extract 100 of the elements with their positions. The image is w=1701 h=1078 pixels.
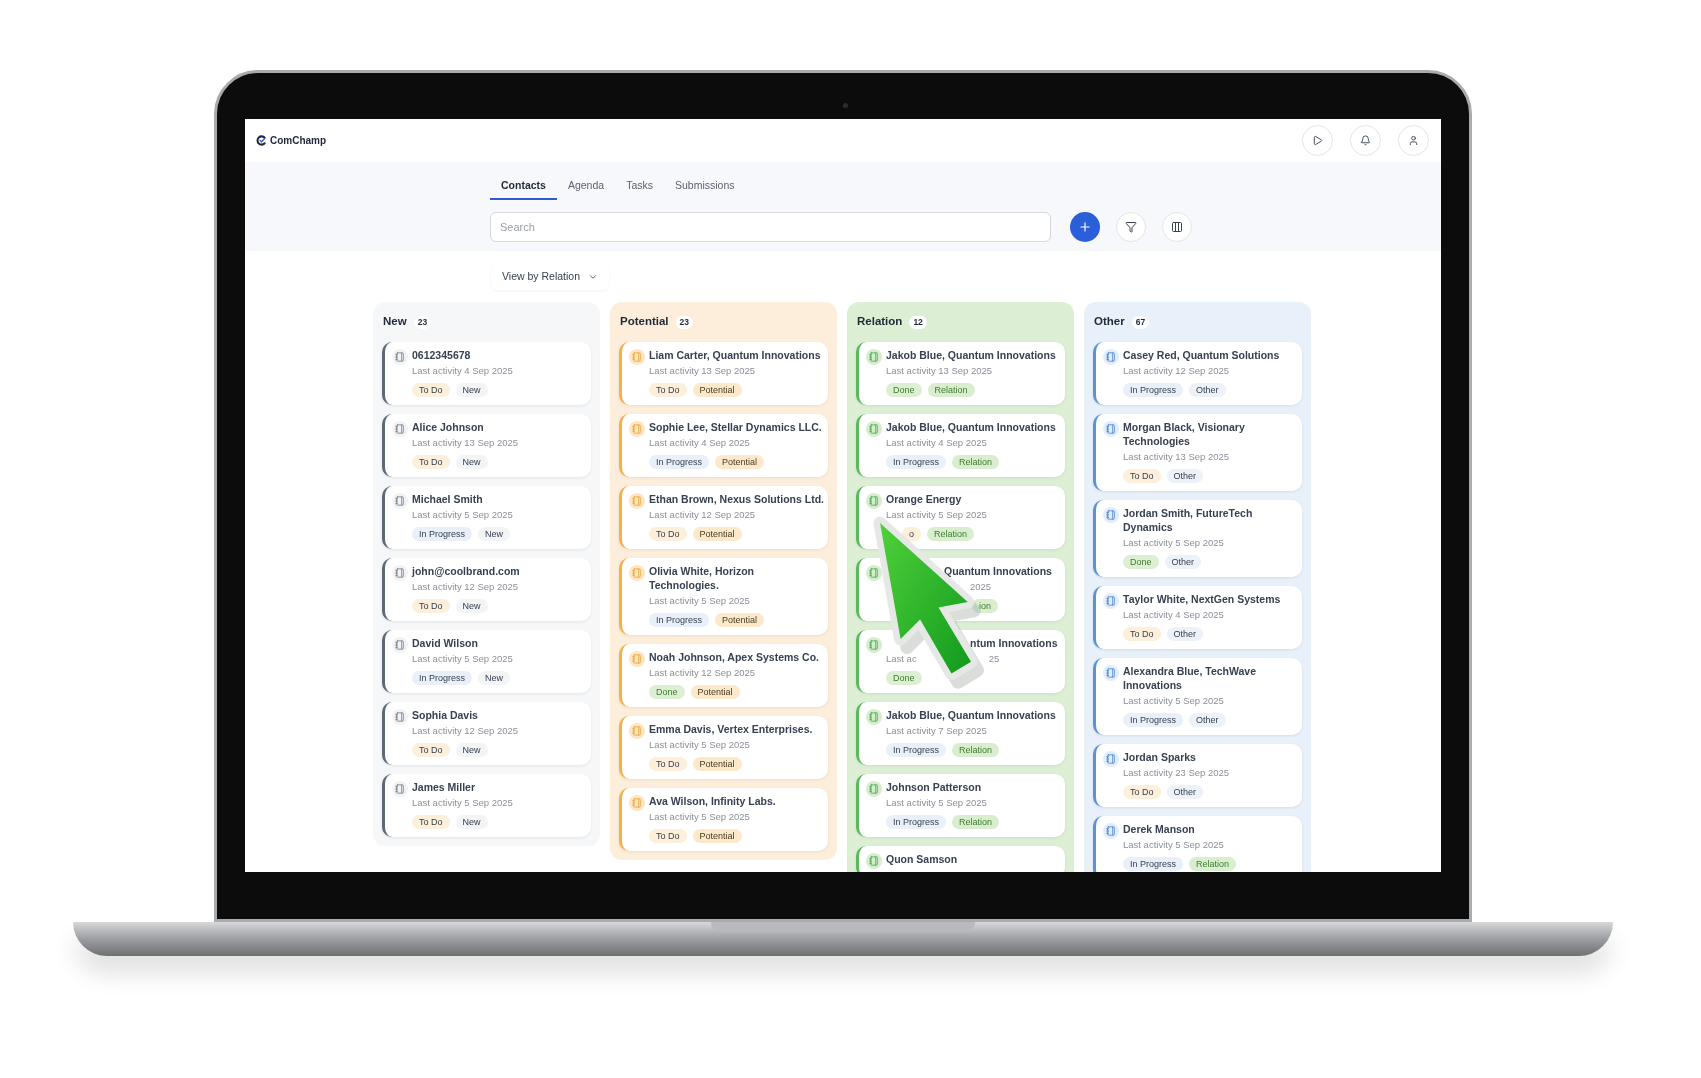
contact-card[interactable]: Michael Smith Last activity 5 Sep 2025 In Progress New: [382, 486, 591, 549]
view-selector[interactable]: View by Relation: [491, 264, 610, 290]
contact-card[interactable]: Noah Johnson, Apex Systems Co. Last activity 12 Sep 2025 Done Potential: [619, 644, 828, 707]
last-activity: Last activity 5 Sep 2025: [1123, 537, 1224, 549]
contact-card[interactable]: Jordan Smith, FutureTech Dynamics Last activity 5 Sep 2025 Done Other: [1093, 500, 1302, 577]
logo-icon: [256, 135, 267, 146]
last-activity: Last activity 13 Sep 2025: [412, 437, 519, 449]
contact-card[interactable]: Ava Wilson, Infinity Labs. Last activity 5 Sep 2025 To Do Potential: [619, 788, 828, 851]
status-tag: Potential: [692, 383, 742, 397]
plus-icon: [1078, 220, 1092, 234]
contact-name: Jakob Blue, Quantum Innovations: [886, 708, 1056, 722]
contact-card[interactable]: Olivia White, Horizon Technologies. Last activity 5 Sep 2025 In Progress Potential: [619, 558, 828, 635]
last-activity: 25: [988, 653, 1000, 665]
status-tag: New: [455, 455, 488, 469]
search-field[interactable]: Search: [490, 212, 1051, 242]
notebook-icon: [1103, 349, 1119, 365]
contact-card[interactable]: James Miller Last activity 5 Sep 2025 To Do New: [382, 774, 591, 837]
contact-card[interactable]: Morgan Black, Visionary Technologies Last activity 13 Sep 2025 To Do Other: [1093, 414, 1302, 491]
notebook-icon: [866, 853, 882, 869]
contact-card[interactable]: john@coolbrand.com Last activity 12 Sep 2025 To Do New: [382, 558, 591, 621]
last-activity: Last activity 12 Sep 2025: [649, 509, 756, 521]
brand-name: ComChamp: [270, 134, 327, 148]
notebook-icon: [629, 651, 645, 667]
notebook-icon: [392, 709, 408, 725]
filter-button[interactable]: [1116, 212, 1146, 242]
contact-card[interactable]: Jakob Blue, Quantum Innovations Last activity 4 Sep 2025 In Progress Relation: [856, 414, 1065, 477]
notebook-icon: [629, 493, 645, 509]
contact-name: Casey Red, Quantum Solutions: [1123, 348, 1280, 362]
notebook-icon: [392, 637, 408, 653]
last-activity: Last activity 4 Sep 2025: [412, 365, 513, 377]
contact-name: Quon Samson: [886, 852, 958, 866]
notebook-icon: [1103, 665, 1119, 681]
last-activity: Last activity 4 Sep 2025: [886, 437, 987, 449]
contact-name: Jordan Smith, FutureTech Dynamics: [1123, 506, 1254, 534]
contact-card[interactable]: Casey Red, Quantum Solutions Last activity 12 Sep 2025 In Progress Other: [1093, 342, 1302, 405]
contact-card[interactable]: Sophia Davis Last activity 12 Sep 2025 To Do New: [382, 702, 591, 765]
contact-card[interactable]: Sophie Lee, Stellar Dynamics LLC. Last activity 4 Sep 2025 In Progress Potential: [619, 414, 828, 477]
contact-name: Alexandra Blue, TechWave Innovations: [1123, 664, 1258, 692]
contact-card[interactable]: Quon Samson: [856, 846, 1065, 872]
nav-tab[interactable]: Submissions: [664, 174, 746, 200]
notebook-icon: [1103, 751, 1119, 767]
contact-name: Orange Energy: [886, 492, 963, 506]
status-tag: Other: [1164, 555, 1202, 569]
status-tag: In Progress: [1123, 383, 1184, 397]
status-tag: Relation: [927, 383, 975, 397]
contact-name: ntum Innovations: [970, 636, 1058, 650]
status-tag: In Progress: [886, 455, 947, 469]
notebook-icon: [392, 349, 408, 365]
column-title: Potential: [620, 314, 669, 330]
status-tag: To Do: [649, 829, 687, 843]
nav-tab[interactable]: Agenda: [556, 174, 616, 200]
contact-name: Sophia Davis: [412, 708, 479, 722]
count-badge: 23: [675, 315, 694, 329]
contact-card[interactable]: Emma Davis, Vertex Enterprises. Last activity 5 Sep 2025 To Do Potential: [619, 716, 828, 779]
contact-name: Liam Carter, Quantum Innovations: [649, 348, 821, 362]
status-tag: In Progress: [1123, 713, 1184, 727]
contact-name: 0612345678: [412, 348, 472, 362]
contact-card[interactable]: Jakob Blue, Quantum Innovations Last activity 7 Sep 2025 In Progress Relation: [856, 702, 1065, 765]
contact-name: Ava Wilson, Infinity Labs.: [649, 794, 776, 808]
status-tag: In Progress: [886, 815, 947, 829]
notebook-icon: [866, 565, 882, 581]
contact-card[interactable]: Orange Energy Last activity 5 Sep 2025 o Relation: [856, 486, 1065, 549]
contact-card[interactable]: 0612345678 Last activity 4 Sep 2025 To Do New: [382, 342, 591, 405]
nav-tab[interactable]: Contacts: [490, 174, 557, 200]
last-activity: Last activity 5 Sep 2025: [649, 811, 750, 823]
add-button[interactable]: [1070, 212, 1100, 242]
count-badge: 12: [909, 315, 927, 329]
contact-card[interactable]: Ethan Brown, Nexus Solutions Ltd. Last activity 12 Sep 2025 To Do Potential: [619, 486, 828, 549]
status-tag: Potential: [692, 829, 742, 843]
contact-card[interactable]: Alice Johnson Last activity 13 Sep 2025 To Do New: [382, 414, 591, 477]
contact-card[interactable]: Jordan Sparks Last activity 23 Sep 2025 To Do Other: [1093, 744, 1302, 807]
last-activity: Last activity 5 Sep 2025: [1123, 695, 1224, 707]
notebook-icon: [866, 421, 882, 437]
status-tag: Relation: [1189, 857, 1237, 871]
last-activity: Last activity 12 Sep 2025: [412, 581, 519, 593]
contact-card[interactable]: Alexandra Blue, TechWave Innovations Last activity 5 Sep 2025 In Progress Other: [1093, 658, 1302, 735]
contact-card[interactable]: Jakob Blue, Quantum Innovations Last activity 13 Sep 2025 Done Relation: [856, 342, 1065, 405]
status-tag: In Progress: [1123, 857, 1184, 871]
contact-name: Morgan Black, Visionary Technologies: [1123, 420, 1246, 448]
contact-card[interactable]: Liam Carter, Quantum Innovations Last activity 13 Sep 2025 To Do Potential: [619, 342, 828, 405]
last-activity: Last activity 5 Sep 2025: [649, 739, 750, 751]
notebook-icon: [866, 349, 882, 365]
contact-card[interactable]: Taylor White, NextGen Systems Last activity 4 Sep 2025 To Do Other: [1093, 586, 1302, 649]
columns-button[interactable]: [1162, 212, 1192, 242]
contact-name: Quantum Innovations: [944, 564, 1052, 578]
contact-card[interactable]: David Wilson Last activity 5 Sep 2025 In Progress New: [382, 630, 591, 693]
last-activity: Last activity 13 Sep 2025: [1123, 451, 1230, 463]
status-tag: New: [455, 743, 488, 757]
chevron-down-icon: [588, 272, 599, 282]
notebook-icon: [629, 349, 645, 365]
contact-card[interactable]: Derek Manson Last activity 5 Sep 2025 In Progress Relation: [1093, 816, 1302, 872]
last-activity: Last activity 5 Sep 2025: [412, 653, 513, 665]
contact-name: Johnson Patterson: [886, 780, 983, 794]
status-tag: In Progress: [412, 671, 473, 685]
nav-tab[interactable]: Tasks: [615, 174, 664, 200]
status-tag: Relation: [927, 527, 975, 541]
status-tag: In Progress: [649, 455, 710, 469]
contact-name: James Miller: [412, 780, 477, 794]
contact-card[interactable]: Johnson Patterson Last activity 5 Sep 2025 In Progress Relation: [856, 774, 1065, 837]
notebook-icon: [629, 723, 645, 739]
